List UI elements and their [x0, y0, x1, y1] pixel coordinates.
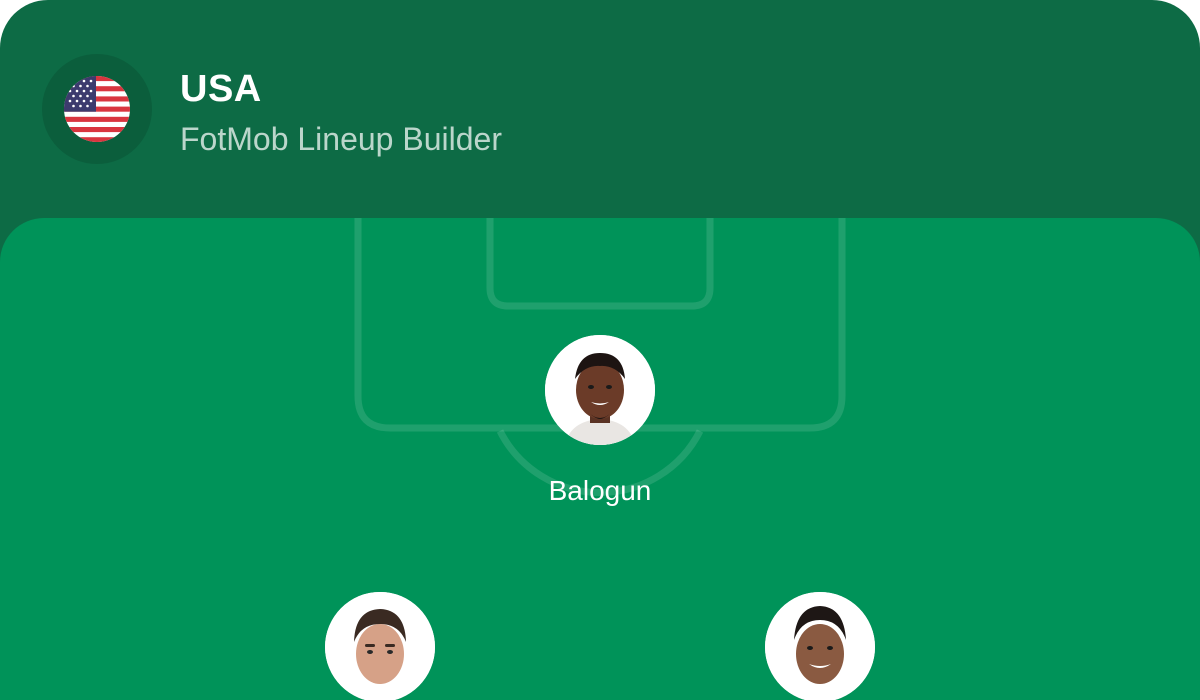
- flag-badge: [42, 54, 152, 164]
- player-name: Balogun: [548, 475, 652, 506]
- player-photo-icon: [545, 335, 655, 445]
- player-slot[interactable]: Balogun: [520, 335, 680, 507]
- team-name: USA: [180, 68, 262, 110]
- goal-box: [486, 218, 714, 310]
- player-photo-icon: [765, 592, 875, 700]
- usa-flag-icon: [64, 76, 130, 142]
- player-slot[interactable]: [300, 592, 460, 700]
- pitch: Balogun: [0, 218, 1200, 700]
- player-slot[interactable]: [740, 592, 900, 700]
- team-header: USA FotMob Lineup Builder: [0, 0, 1200, 218]
- page-subtitle: FotMob Lineup Builder: [180, 121, 502, 157]
- lineup-card: USA FotMob Lineup Builder Balogun: [0, 0, 1200, 700]
- player-photo-icon: [325, 592, 435, 700]
